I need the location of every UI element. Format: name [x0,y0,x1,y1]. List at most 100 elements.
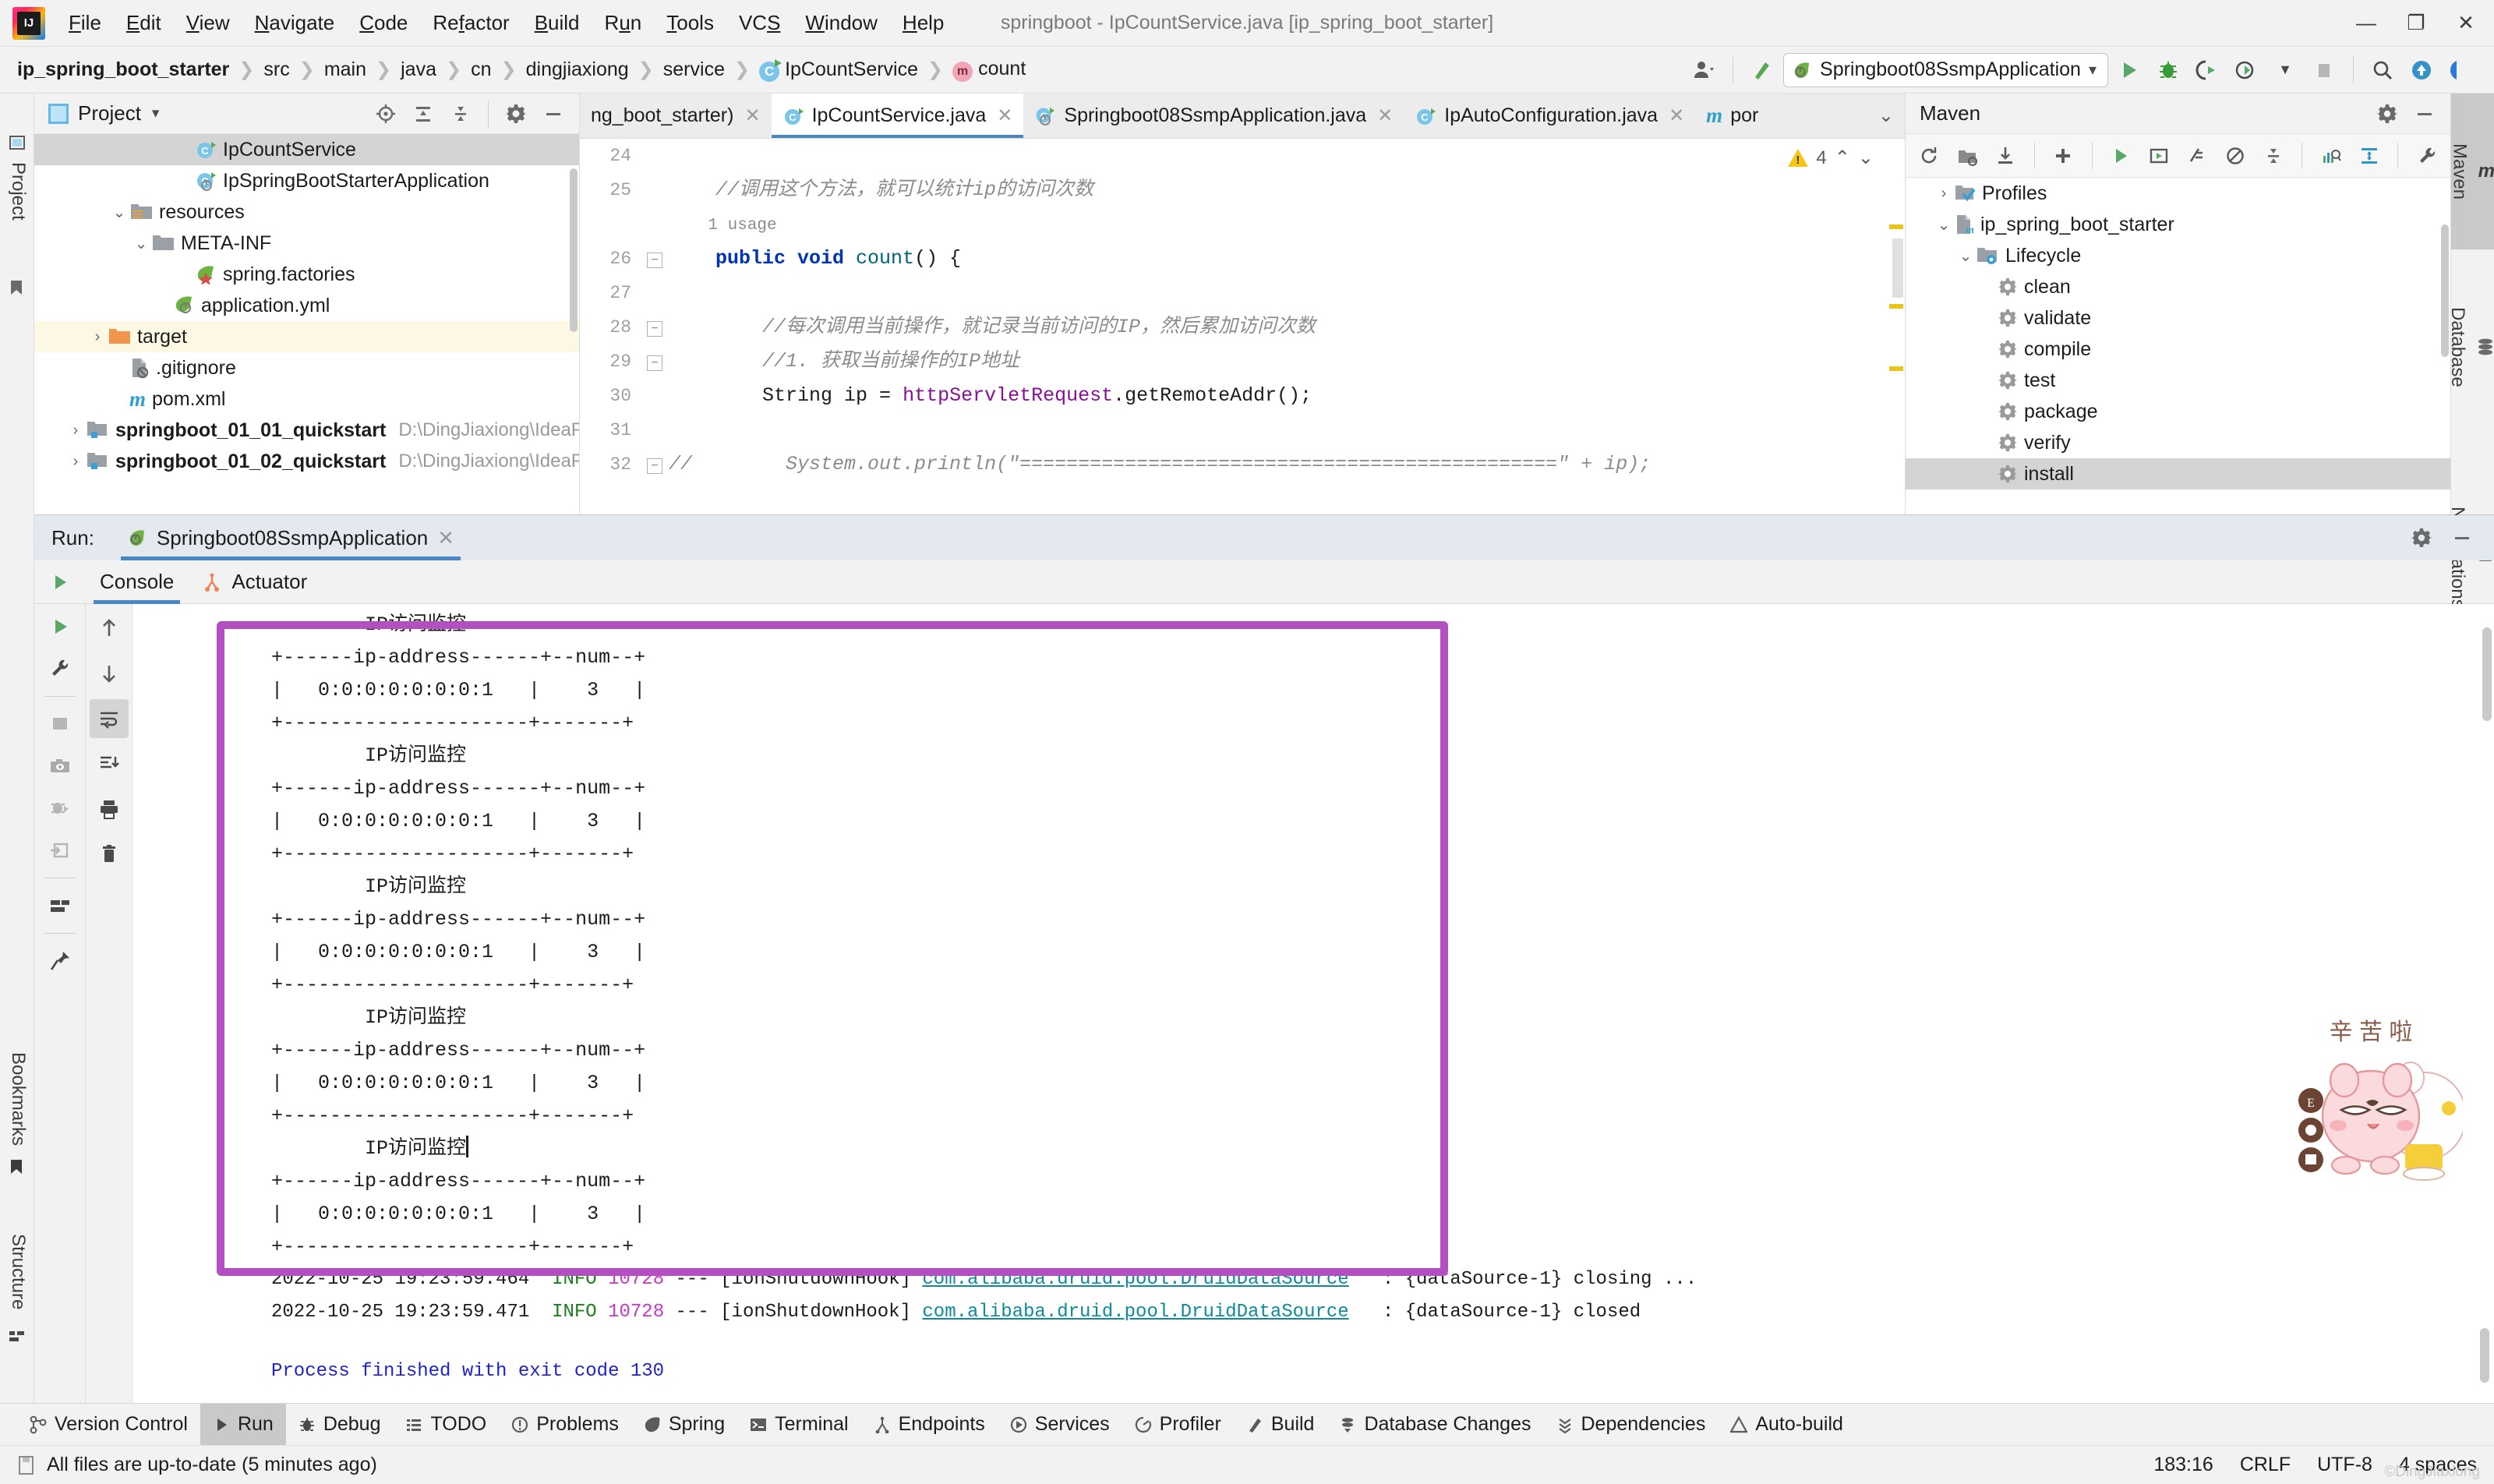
project-tree-row[interactable]: .gitignore [34,352,579,383]
rail-label-structure[interactable]: Structure [7,1234,29,1309]
pin-icon[interactable] [41,942,79,980]
project-tree-row[interactable]: spring.factories [34,259,579,290]
close-icon[interactable]: ✕ [437,526,454,550]
fold-marker[interactable]: − [647,321,662,337]
expand-all-icon[interactable] [405,96,441,132]
toolwindow-button-dependencies[interactable]: Dependencies [1544,1404,1719,1446]
line-separator[interactable]: CRLF [2240,1454,2291,1476]
project-tree-row[interactable]: ⌄ resources [34,196,579,228]
menu-build[interactable]: Build [522,6,592,40]
soft-wrap-icon[interactable] [89,699,129,738]
tab-console[interactable]: Console [86,560,188,604]
minimize-button[interactable]: — [2341,1,2391,46]
menu-view[interactable]: View [174,6,242,40]
run-icon[interactable] [2104,138,2139,174]
log-logger[interactable]: com.alibaba.druid.pool.DruidDataSource [922,1302,1348,1323]
warning-marker[interactable] [1889,304,1903,309]
maven-tree-row[interactable]: test [1906,365,2450,396]
chevron-right-icon[interactable]: › [87,328,108,346]
maven-tree-row[interactable]: › Profiles [1906,178,2450,209]
warning-marker[interactable] [1889,366,1903,371]
print-icon[interactable] [90,790,129,829]
stop-icon[interactable] [41,705,79,744]
show-dependencies-icon[interactable] [2313,138,2348,174]
breadcrumb-item-service[interactable]: service [660,57,728,83]
toolwindow-button-database-changes[interactable]: Database Changes [1326,1404,1543,1446]
add-icon[interactable] [2046,138,2081,174]
menu-vcs[interactable]: VCS [726,6,793,40]
menu-code[interactable]: Code [347,6,420,40]
toggle-offline-icon[interactable] [2217,138,2252,174]
screenshot-icon[interactable] [41,747,79,786]
project-tree-row[interactable]: m pom.xml [34,383,579,415]
fold-marker[interactable]: − [647,458,662,474]
project-tree[interactable]: C IpCountService C IpSpringBootStarterAppli… [34,134,579,514]
breadcrumb-item-method[interactable]: m count [949,56,1029,83]
hammer-build-icon[interactable] [1744,52,1780,88]
chevron-down-icon[interactable]: ⌄ [1955,246,1976,266]
project-tree-row[interactable]: › springboot_01_02_quickstart D:\DingJiaxi… [34,446,579,477]
toolwindow-button-terminal[interactable]: Terminal [737,1404,860,1446]
download-sources-icon[interactable] [1988,138,2023,174]
maximize-button[interactable]: ❐ [2391,1,2441,46]
collapse-all-icon[interactable] [2256,138,2291,174]
maven-tree-row[interactable]: validate [1906,302,2450,334]
maven-tree-row[interactable]: ⌄ m ip_spring_boot_starter [1906,209,2450,240]
code-line[interactable] [669,413,1905,447]
menu-navigate[interactable]: Navigate [242,6,348,40]
gear-icon[interactable] [2404,520,2439,556]
edit-configuration-icon[interactable] [41,649,79,688]
menu-run[interactable]: Run [592,6,655,40]
attach-icon[interactable] [41,831,79,870]
maven-tree-row[interactable]: compile [1906,334,2450,365]
chevron-right-icon[interactable]: › [1934,185,1954,203]
gear-icon[interactable] [498,96,534,132]
close-icon[interactable]: ✕ [744,104,760,127]
close-button[interactable]: ✕ [2441,1,2491,46]
fold-marker[interactable]: − [647,253,662,268]
rerun-icon[interactable] [41,607,79,646]
show-diagram-icon[interactable] [2351,138,2386,174]
editor-scrollbar-thumb[interactable] [1892,238,1903,298]
chevron-down-icon[interactable]: ▼ [2267,52,2303,88]
menu-file[interactable]: File [56,6,114,40]
error-stripe-marker-bar[interactable] [1888,139,1905,514]
fold-gutter[interactable]: − − − − [641,139,669,514]
maven-tree-row[interactable]: package [1906,396,2450,427]
console-output[interactable]: IP访问监控 +------ip-address------+--num--+ | … [132,604,2494,1403]
hide-icon[interactable] [535,96,571,132]
toolwindow-button-auto-build[interactable]: Auto-build [1718,1404,1856,1446]
menu-help[interactable]: Help [890,6,956,40]
reload-icon[interactable] [1912,138,1947,174]
project-tree-row[interactable]: › springboot_01_01_quickstart D:\DingJiaxi… [34,415,579,446]
scroll-to-end-icon[interactable] [90,744,129,783]
toolwindow-button-version-control[interactable]: Version Control [17,1404,200,1446]
project-tree-scrollbar-thumb[interactable] [570,168,578,332]
scroll-down-icon[interactable] [90,654,129,693]
hide-icon[interactable] [2407,96,2443,132]
breadcrumb-item-java[interactable]: java [397,57,440,83]
breadcrumb-item-src[interactable]: src [260,57,292,83]
hide-icon[interactable] [2444,520,2480,556]
chevron-down-icon[interactable]: ▾ [152,104,160,122]
maven-tree-row[interactable]: clean [1906,271,2450,302]
chevron-right-icon[interactable]: › [65,422,86,440]
breadcrumb-item-project[interactable]: ip_spring_boot_starter [14,57,232,83]
toolwindow-button-spring[interactable]: Spring [631,1404,737,1446]
code-line[interactable]: String ip = httpServletRequest.getRemote… [669,379,1905,413]
menu-edit[interactable]: Edit [114,6,174,40]
code-line[interactable]: //每次调用当前操作，就记录当前访问的IP，然后累加访问次数 [669,310,1905,344]
close-icon[interactable]: ✕ [997,104,1012,127]
code-line[interactable]: // System.out.println("=================… [669,447,1905,482]
rail-tab-database[interactable]: Database [2447,257,2494,436]
rail-tab-maven[interactable]: m Maven [2450,94,2494,249]
close-icon[interactable]: ✕ [1377,104,1393,127]
maven-tree-row[interactable]: install [1906,458,2450,489]
execute-goal-icon[interactable] [2142,138,2177,174]
warning-marker[interactable] [1889,224,1903,229]
editor-tab[interactable]: C IpCountService.java ✕ [771,94,1024,138]
log-logger[interactable]: com.alibaba.druid.pool.DruidDataSource [922,1269,1348,1290]
run-configuration-selector[interactable]: Springboot08SsmpApplication ▾ [1783,52,2108,87]
chevron-up-icon[interactable]: ⌃ [1835,147,1850,169]
editor-tab[interactable]: C IpAutoConfiguration.java ✕ [1404,94,1695,138]
